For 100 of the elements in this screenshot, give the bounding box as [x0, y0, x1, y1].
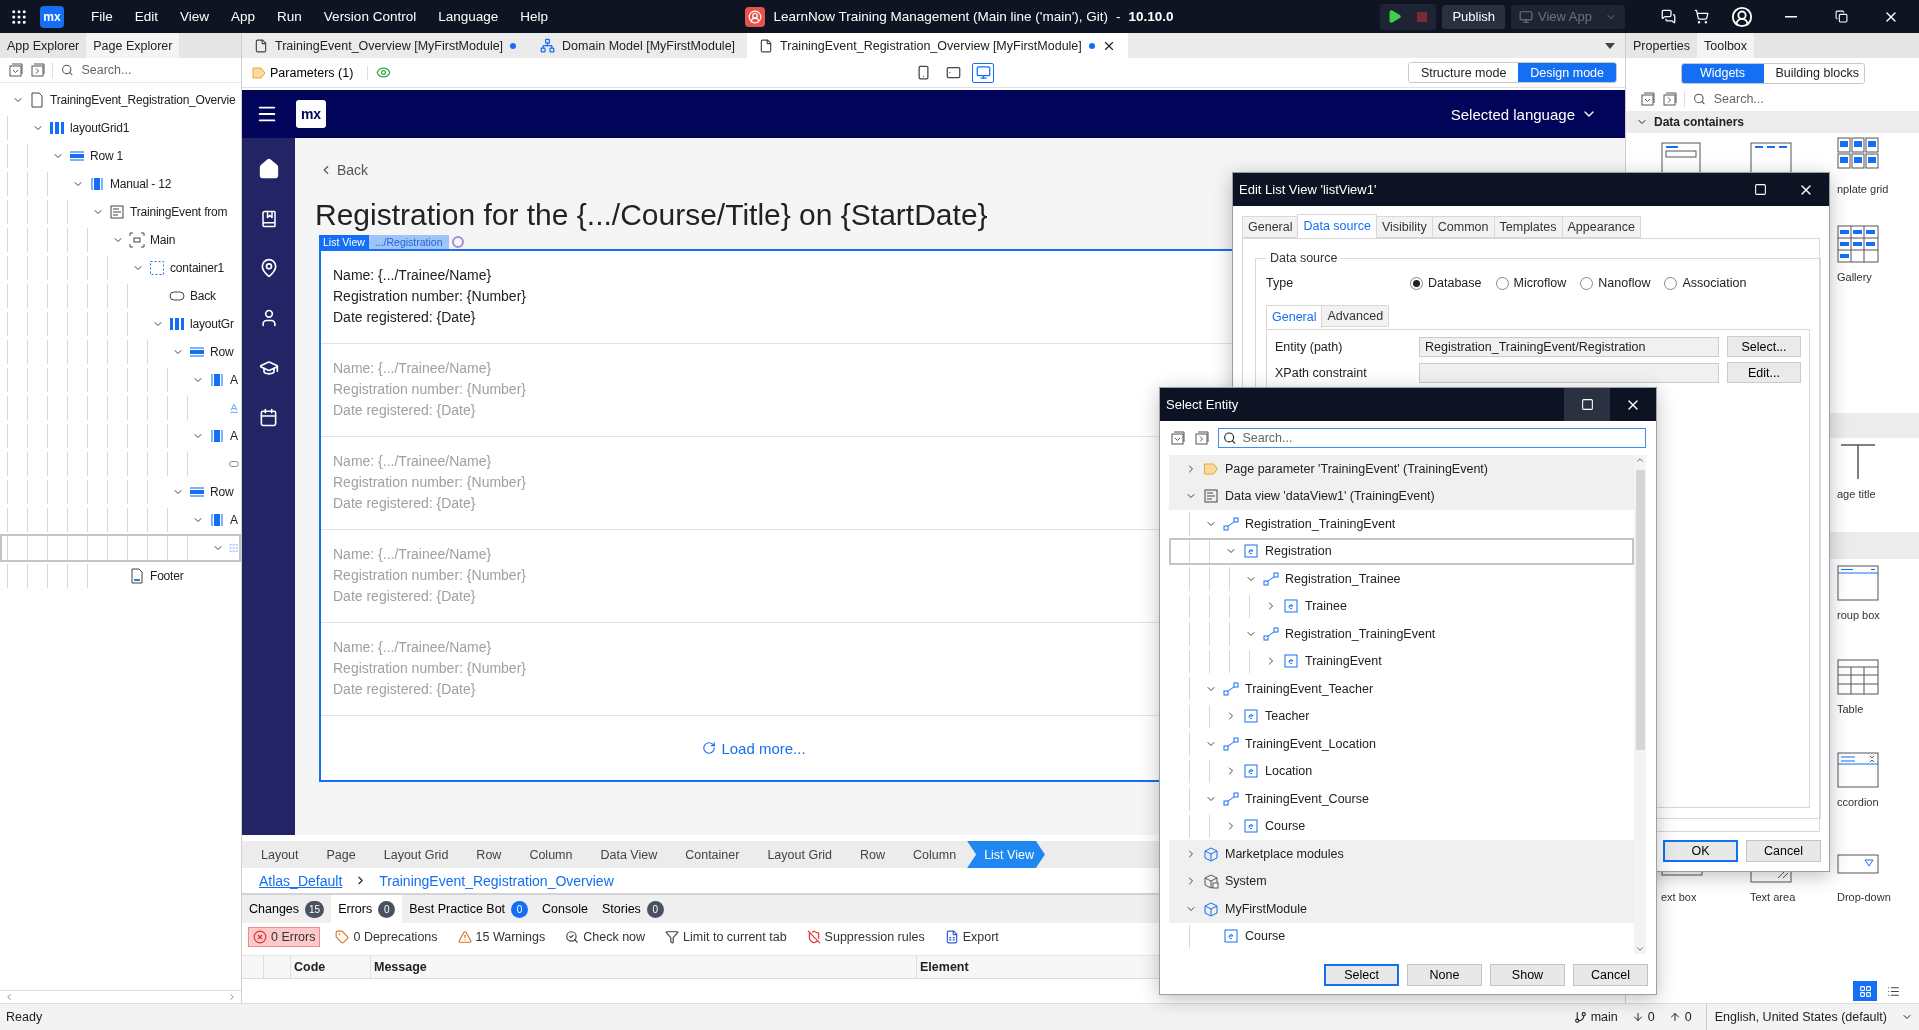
- tree-item[interactable]: Registration: [1169, 537, 1634, 565]
- field-button[interactable]: Edit...: [1727, 362, 1801, 383]
- load-more-button[interactable]: Load more...: [696, 738, 812, 758]
- menu-item[interactable]: Version Control: [314, 5, 426, 28]
- entity-icon: [1283, 598, 1299, 615]
- editor-tab[interactable]: TrainingEvent_Overview [MyFirstModule]: [242, 33, 529, 58]
- radio-option[interactable]: Database: [1410, 276, 1482, 290]
- filter-button[interactable]: 0 Errors: [248, 926, 321, 947]
- panel-tab[interactable]: Best Practice Bot 0: [402, 895, 536, 923]
- filter-button[interactable]: 0 Deprecations: [330, 926, 443, 947]
- panel-tab[interactable]: Console: [535, 895, 595, 923]
- dialog-tab[interactable]: General: [1266, 305, 1323, 329]
- dialog-tab[interactable]: Visibility: [1375, 216, 1433, 238]
- filter-button[interactable]: Check now: [560, 926, 651, 947]
- column-header[interactable]: Code: [291, 956, 371, 978]
- panel-tab[interactable]: Changes 15: [242, 895, 332, 923]
- dialog-tab[interactable]: Common: [1431, 216, 1495, 238]
- filter-button[interactable]: Export: [939, 926, 1004, 947]
- dialog-button[interactable]: Cancel: [1746, 840, 1821, 862]
- tree-item[interactable]: Marketplace modules: [1169, 840, 1634, 868]
- dialog-button[interactable]: Show: [1490, 964, 1565, 986]
- expand-icon[interactable]: [30, 62, 46, 78]
- filter-button[interactable]: 15 Warnings: [452, 926, 551, 947]
- app-logo: mx: [40, 5, 64, 28]
- graduation-cap-icon[interactable]: [258, 358, 279, 378]
- field-button[interactable]: Select...: [1727, 336, 1801, 357]
- menu-item[interactable]: Edit: [125, 5, 168, 28]
- dialog-tab[interactable]: Templates: [1493, 216, 1563, 238]
- scrollbar[interactable]: [1634, 455, 1646, 954]
- dialog-button[interactable]: None: [1407, 964, 1482, 986]
- dialog-tab[interactable]: Appearance: [1561, 216, 1641, 238]
- mode-toggle[interactable]: Design mode: [1518, 63, 1616, 82]
- language-dropdown[interactable]: English, United States (default): [1705, 1004, 1913, 1030]
- menu-item[interactable]: Language: [429, 5, 508, 28]
- section-header[interactable]: Data containers: [1626, 111, 1919, 133]
- dialog-button[interactable]: OK: [1663, 840, 1738, 862]
- apps-icon[interactable]: [10, 7, 28, 26]
- tree-item[interactable]: TrainingEvent_Registration_Overvie: [0, 86, 241, 114]
- radio-option[interactable]: Association: [1664, 276, 1747, 290]
- dialog-tab[interactable]: General: [1242, 216, 1299, 238]
- dialog-tab[interactable]: Data source: [1297, 214, 1377, 238]
- editor-tab[interactable]: Domain Model [MyFirstModule]: [528, 33, 748, 58]
- dialog-button[interactable]: Cancel: [1573, 964, 1648, 986]
- chat-icon[interactable]: [1661, 9, 1676, 24]
- tree-item[interactable]: Data view 'dataView1' (TrainingEvent): [1169, 482, 1634, 510]
- menu-item[interactable]: Run: [268, 5, 311, 28]
- radio-option[interactable]: Microflow: [1495, 276, 1567, 290]
- menu-item[interactable]: App: [222, 5, 265, 28]
- device-button[interactable]: [972, 62, 995, 83]
- page-link[interactable]: TrainingEvent_Registration_Overview: [379, 872, 614, 889]
- tree-item[interactable]: Page parameter 'TrainingEvent' (TrainingEvent): [1169, 455, 1634, 483]
- search-field[interactable]: Search...: [79, 62, 233, 78]
- language-selector[interactable]: Selected language: [1444, 104, 1603, 124]
- input-field[interactable]: Registration_TrainingEvent/Registration: [1419, 336, 1719, 357]
- panel-tab[interactable]: Stories 0: [594, 895, 671, 923]
- tree-item[interactable]: System: [1169, 867, 1634, 895]
- calendar-icon[interactable]: [259, 408, 278, 427]
- collapse-all-icon[interactable]: [1170, 430, 1186, 446]
- tree-item[interactable]: [0, 534, 241, 562]
- panel-tab[interactable]: Errors 0: [331, 895, 403, 923]
- cart-icon[interactable]: [1694, 9, 1709, 24]
- panel-tab[interactable]: Page Explorer: [86, 33, 180, 58]
- breadcrumb[interactable]: List View: [967, 841, 1045, 868]
- avatar-icon[interactable]: [1731, 5, 1753, 28]
- panel-tab[interactable]: Properties: [1626, 33, 1697, 58]
- back-link[interactable]: Back: [319, 162, 369, 178]
- branch-indicator[interactable]: main: [1573, 1010, 1618, 1024]
- filter-button[interactable]: Suppression rules: [801, 926, 930, 947]
- mode-toggle[interactable]: Widgets: [1681, 63, 1764, 83]
- tree-item[interactable]: MyFirstModule: [1169, 895, 1634, 923]
- dialog-button[interactable]: Select: [1324, 964, 1399, 986]
- menu-item[interactable]: File: [82, 5, 122, 28]
- grid-view-button[interactable]: [1853, 981, 1877, 1001]
- dialog-tab[interactable]: Advanced: [1321, 305, 1390, 327]
- search-icon: [565, 929, 580, 944]
- search-field[interactable]: Search...: [1711, 90, 1911, 107]
- radio-option[interactable]: Nanoflow: [1580, 276, 1651, 290]
- dropdown-icon[interactable]: [1605, 42, 1615, 49]
- menu-item[interactable]: View: [171, 5, 219, 28]
- filter-button[interactable]: Limit to current tab: [660, 926, 792, 947]
- collapse-all-icon[interactable]: [8, 62, 24, 78]
- search-box[interactable]: Search...: [1218, 428, 1646, 448]
- column-header[interactable]: Message: [371, 956, 917, 978]
- input-field[interactable]: [1419, 362, 1719, 383]
- editor-tab[interactable]: TrainingEvent_Registration_Overview [MyFirstModule]: [747, 33, 1128, 58]
- publish-button[interactable]: Publish: [1442, 4, 1506, 29]
- layout-link[interactable]: Atlas_Default: [259, 872, 343, 889]
- menu-item[interactable]: Help: [511, 5, 557, 28]
- home-icon[interactable]: [257, 158, 280, 180]
- gallery-icon: [1837, 225, 1879, 265]
- parameters-button[interactable]: Parameters (1): [250, 65, 369, 80]
- search-field[interactable]: Search...: [1240, 430, 1645, 446]
- collapse-all-icon[interactable]: [1640, 90, 1656, 107]
- maximize-button[interactable]: [1564, 388, 1610, 421]
- eye-icon[interactable]: [376, 65, 392, 80]
- expand-icon[interactable]: [1194, 430, 1210, 446]
- panel-tab[interactable]: Toolbox: [1697, 33, 1755, 58]
- panel-tab[interactable]: App Explorer: [0, 33, 87, 58]
- book-icon[interactable]: [259, 210, 278, 228]
- expand-icon[interactable]: [1662, 90, 1678, 107]
